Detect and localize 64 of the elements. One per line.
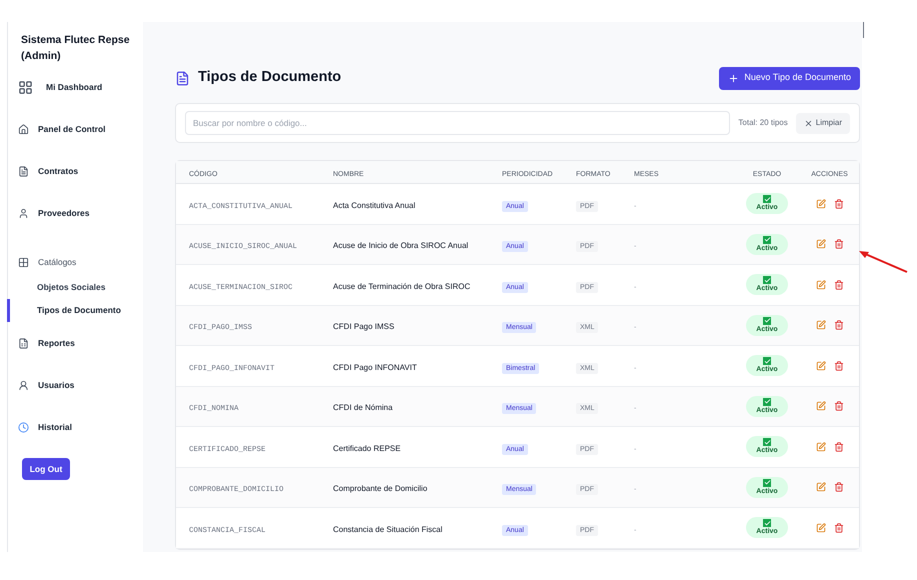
sidebar-item[interactable]: Panel de Control — [8, 108, 143, 150]
close-icon — [804, 118, 813, 128]
edit-icon[interactable] — [816, 239, 826, 250]
check-icon — [763, 519, 771, 528]
page-title: Tipos de Documento — [198, 68, 342, 88]
name-cell: Comprobante de Domicilio — [333, 484, 428, 494]
logout-button[interactable]: Log Out — [22, 458, 70, 480]
name-cell: Certificado REPSE — [333, 444, 401, 453]
clock-icon — [18, 422, 29, 432]
edit-icon[interactable] — [816, 442, 826, 452]
grid-icon — [18, 80, 33, 94]
check-icon — [763, 316, 771, 325]
name-cell: Acta Constitutiva Anual — [333, 200, 416, 210]
sidebar-item[interactable]: Proveedores — [8, 192, 143, 234]
app-title: Sistema Flutec Repse (Admin) — [20, 33, 131, 64]
delete-icon[interactable] — [834, 401, 844, 412]
edit-icon[interactable] — [816, 280, 826, 290]
check-icon — [763, 438, 771, 446]
delete-icon[interactable] — [834, 360, 844, 371]
sidebar-item[interactable]: Historial — [8, 406, 143, 448]
person-icon — [18, 208, 29, 218]
sidebar-item[interactable]: Reportes — [8, 322, 143, 364]
name-cell: Acuse de Inicio de Obra SIROC Anual — [333, 241, 468, 250]
document-icon — [175, 70, 190, 86]
document-icon — [18, 166, 29, 176]
sidebar-item[interactable]: Contratos — [8, 150, 143, 192]
search-field[interactable]: Buscar por nombre o código... — [185, 111, 730, 135]
edit-icon[interactable] — [816, 482, 826, 492]
name-cell: CFDI Pago IMSS — [333, 322, 394, 332]
edit-icon[interactable] — [816, 320, 826, 330]
delete-icon[interactable] — [834, 482, 844, 492]
clear-button[interactable]: Limpiar — [796, 112, 850, 134]
check-icon — [763, 276, 771, 284]
plus-icon — [728, 72, 740, 84]
sidebar-item[interactable]: Usuarios — [8, 364, 143, 406]
delete-icon[interactable] — [834, 522, 844, 533]
check-icon — [763, 195, 771, 204]
edit-icon[interactable] — [816, 198, 826, 209]
edit-icon[interactable] — [816, 522, 826, 533]
check-icon — [763, 398, 771, 406]
person-icon — [18, 380, 29, 390]
arrow-annotation — [857, 250, 909, 274]
check-icon — [763, 478, 771, 487]
name-cell: CFDI de Nómina — [333, 403, 393, 412]
sidebar-group[interactable]: Catálogos — [8, 248, 143, 276]
name-cell: Acuse de Terminación de Obra SIROC — [333, 282, 470, 291]
total-count: Total: 20 tipos — [738, 117, 788, 129]
edit-icon[interactable] — [816, 360, 826, 371]
delete-icon[interactable] — [834, 442, 844, 452]
edit-icon[interactable] — [816, 401, 826, 412]
grid-icon — [18, 256, 29, 268]
delete-icon[interactable] — [834, 280, 844, 290]
sidebar-item[interactable]: Objetos Sociales — [7, 276, 143, 299]
check-icon — [763, 236, 771, 244]
name-cell: Constancia de Situación Fiscal — [333, 524, 442, 534]
home-icon — [18, 124, 29, 134]
report-icon — [18, 338, 29, 348]
name-cell: CFDI Pago INFONAVIT — [333, 362, 417, 372]
check-icon — [763, 357, 771, 366]
delete-icon[interactable] — [834, 198, 844, 209]
delete-icon[interactable] — [834, 239, 844, 250]
sidebar-item[interactable]: Mi Dashboard — [8, 66, 143, 108]
delete-icon[interactable] — [834, 320, 844, 330]
new-type-button[interactable]: Nuevo Tipo de Documento — [719, 66, 860, 90]
